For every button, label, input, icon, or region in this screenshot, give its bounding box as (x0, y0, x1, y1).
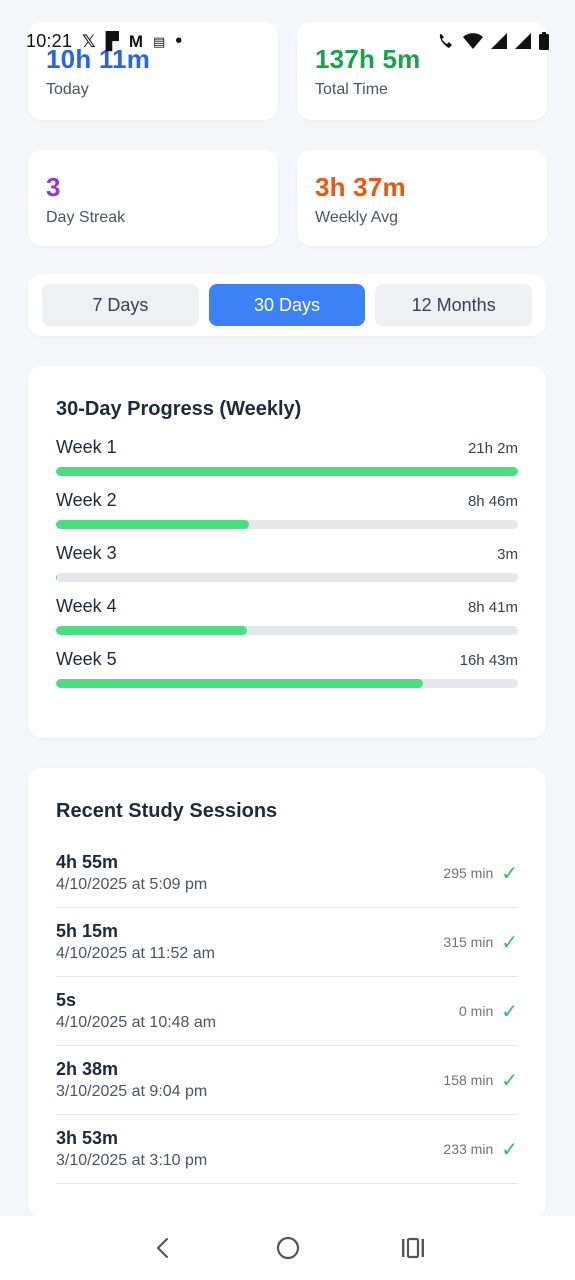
session-row[interactable]: 2h 38m 3/10/2025 at 9:04 pm 158 min ✓ (56, 1046, 518, 1115)
tab-7-days[interactable]: 7 Days (42, 284, 199, 326)
wifi-icon (463, 33, 483, 49)
signal-icon (515, 33, 531, 49)
progress-card: 30-Day Progress (Weekly) Week 1 21h 2m W… (28, 366, 546, 738)
check-icon: ✓ (501, 931, 518, 954)
week-row: Week 1 21h 2m (56, 437, 518, 476)
status-right (437, 20, 549, 62)
session-row[interactable]: 5h 15m 4/10/2025 at 11:52 am 315 min ✓ (56, 908, 518, 977)
session-date: 4/10/2025 at 5:09 pm (56, 876, 208, 893)
session-date: 3/10/2025 at 3:10 pm (56, 1152, 208, 1169)
battery-icon (539, 32, 549, 50)
check-icon: ✓ (501, 1069, 518, 1092)
week-time: 16h 43m (459, 652, 518, 669)
session-row[interactable]: 4h 55m 4/10/2025 at 5:09 pm 295 min ✓ (56, 839, 518, 908)
home-button[interactable] (268, 1228, 308, 1268)
progress-title: 30-Day Progress (Weekly) (56, 398, 302, 420)
period-tabs: 7 Days 30 Days 12 Months (28, 274, 546, 336)
back-icon (156, 1237, 168, 1259)
stat-total-label: Total Time (315, 81, 388, 98)
stat-today-label: Today (46, 81, 89, 98)
session-duration: 4h 55m (56, 852, 119, 872)
session-date: 3/10/2025 at 9:04 pm (56, 1083, 208, 1100)
progress-fill (56, 467, 518, 476)
tab-12-months[interactable]: 12 Months (375, 284, 533, 326)
progress-fill (56, 626, 247, 635)
sessions-card: Recent Study Sessions 4h 55m 4/10/2025 a… (28, 768, 546, 1218)
stat-streak-value: 3 (46, 172, 61, 202)
status-left: 10:21 𝕏 ▛ M ▤ • (26, 20, 182, 62)
stat-streak-label: Day Streak (46, 209, 126, 226)
back-button[interactable] (143, 1228, 183, 1268)
doc-icon: ▤ (153, 33, 166, 49)
x-icon: 𝕏 (82, 31, 96, 51)
progress-track (56, 520, 518, 529)
week-time: 8h 41m (467, 599, 518, 616)
dot-icon: • (175, 30, 183, 52)
stat-card-streak: 3 Day Streak (28, 150, 278, 246)
stat-card-weekly-avg: 3h 37m Weekly Avg (297, 150, 547, 246)
week-list: Week 1 21h 2m Week 2 8h 46m Week 3 3m We… (56, 437, 518, 688)
progress-track (56, 573, 518, 582)
recents-button[interactable] (393, 1228, 433, 1268)
recents-icon (401, 1237, 424, 1259)
stat-weekly-avg-value: 3h 37m (315, 172, 406, 202)
week-time: 3m (497, 546, 518, 563)
week-row: Week 3 3m (56, 543, 518, 582)
status-time: 10:21 (26, 30, 73, 51)
week-name: Week 4 (56, 596, 117, 616)
progress-fill (56, 573, 58, 582)
wifi-call-icon (439, 34, 452, 48)
home-icon (276, 1236, 299, 1260)
session-minutes: 315 min (443, 934, 494, 950)
tab-30-days[interactable]: 30 Days (208, 284, 366, 326)
progress-track (56, 626, 518, 635)
week-row: Week 2 8h 46m (56, 490, 518, 529)
session-date: 4/10/2025 at 10:48 am (56, 1014, 217, 1031)
sessions-title: Recent Study Sessions (56, 800, 278, 822)
week-name: Week 1 (56, 437, 117, 457)
progress-fill (56, 679, 424, 688)
session-minutes: 233 min (443, 1141, 494, 1157)
session-minutes: 295 min (443, 865, 494, 881)
signal-icon (491, 33, 507, 49)
check-icon: ✓ (501, 862, 518, 885)
progress-fill (56, 520, 249, 529)
progress-track (56, 679, 518, 688)
session-duration: 3h 53m (56, 1128, 119, 1148)
session-row[interactable]: 5s 4/10/2025 at 10:48 am 0 min ✓ (56, 977, 518, 1046)
week-name: Week 5 (56, 649, 117, 669)
week-time: 21h 2m (467, 440, 518, 457)
session-row[interactable]: 3h 53m 3/10/2025 at 3:10 pm 233 min ✓ (56, 1115, 518, 1184)
bag-icon: ▛ (105, 31, 119, 51)
session-date: 4/10/2025 at 11:52 am (56, 945, 215, 962)
check-icon: ✓ (501, 1138, 518, 1161)
check-icon: ✓ (501, 1000, 518, 1023)
status-bar: 10:21 𝕏 ▛ M ▤ • (0, 0, 575, 62)
week-time: 8h 46m (467, 493, 518, 510)
session-duration: 5h 15m (56, 921, 119, 941)
week-row: Week 5 16h 43m (56, 649, 518, 688)
week-row: Week 4 8h 41m (56, 596, 518, 635)
session-minutes: 158 min (443, 1072, 494, 1088)
gmail-icon: M (128, 31, 143, 51)
system-nav-bar (0, 1216, 575, 1280)
stat-weekly-avg-label: Weekly Avg (315, 209, 399, 226)
session-duration: 2h 38m (56, 1059, 119, 1079)
week-name: Week 3 (56, 543, 117, 563)
session-minutes: 0 min (459, 1003, 494, 1019)
session-duration: 5s (56, 990, 77, 1010)
app-screen: 10:21 𝕏 ▛ M ▤ • 10h 11m Today 137h 5m To… (0, 0, 575, 1280)
week-name: Week 2 (56, 490, 117, 510)
progress-track (56, 467, 518, 476)
